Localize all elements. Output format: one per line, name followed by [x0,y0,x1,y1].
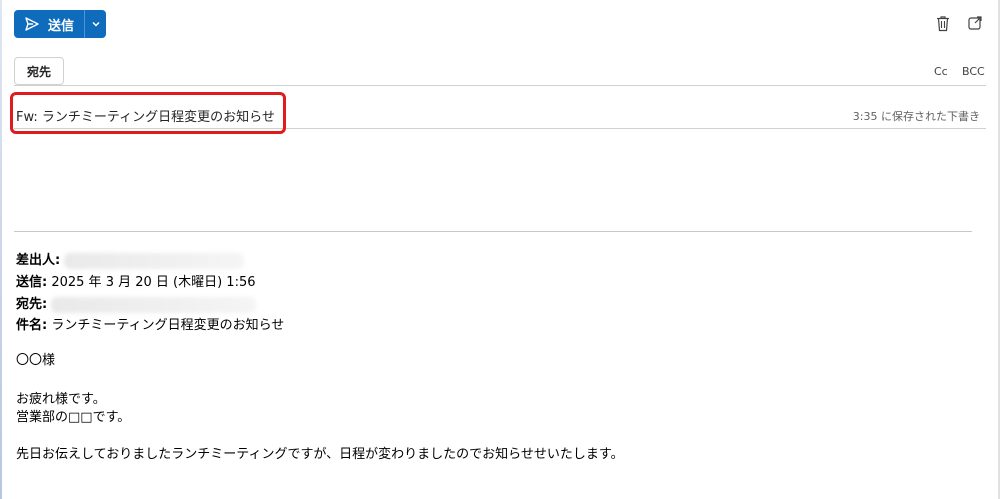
redacted-recipient [51,296,257,313]
popout-icon[interactable] [966,14,984,32]
subject-label: 件名: [16,318,48,333]
subject-value: ランチミーティング日程変更のお知らせ [51,318,285,333]
subject-highlight-annotation [10,92,286,134]
forward-from-line: 差出人: [16,249,245,269]
from-label: 差出人: [16,253,61,268]
to-label: 宛先: [16,297,48,312]
chevron-down-icon [91,17,101,32]
to-button[interactable]: 宛先 [14,57,64,85]
message-line-1: お疲れ様です。 [16,392,106,407]
compose-pane: 送信 宛先 Cc BCC Fw: ランチミーティング日程変更のお知らせ 3:35… [2,0,998,499]
send-icon [24,16,40,32]
send-button-label: 送信 [48,18,75,34]
send-options-dropdown[interactable] [84,10,107,38]
forward-to-line: 宛先: [16,293,257,313]
greeting: 〇〇様 [16,353,56,368]
redacted-sender [64,252,245,269]
to-field-row[interactable]: 宛先 Cc BCC [14,57,986,86]
cc-link[interactable]: Cc [934,65,948,78]
message-line-2: 営業部の□□です。 [16,410,131,425]
bcc-link[interactable]: BCC [962,65,985,78]
forward-divider [14,231,972,232]
forward-sent-line: 送信: 2025 年 3 月 20 日 (木曜日) 1:56 [16,271,256,290]
trash-icon[interactable] [934,14,952,32]
sent-value: 2025 年 3 月 20 日 (木曜日) 1:56 [51,275,256,290]
send-button[interactable]: 送信 [14,10,85,38]
send-button-group: 送信 [14,10,107,38]
forward-subject-line: 件名: ランチミーティング日程変更のお知らせ [16,314,284,333]
sent-label: 送信: [16,275,48,290]
message-line-3: 先日お伝えしておりましたランチミーティングですが、日程が変わりましたのでお知らせ… [16,447,624,462]
draft-saved-status: 3:35 に保存された下書き [852,110,980,123]
